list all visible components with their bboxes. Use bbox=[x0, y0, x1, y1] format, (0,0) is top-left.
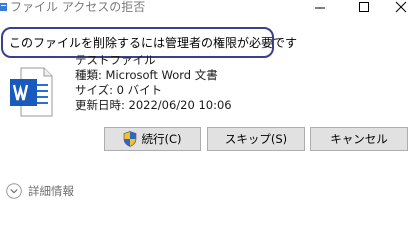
cancel-button-label: キャンセル bbox=[330, 132, 388, 146]
cancel-button[interactable]: キャンセル bbox=[310, 127, 408, 151]
details-toggle[interactable]: 詳細情報 bbox=[6, 181, 74, 201]
close-icon bbox=[395, 1, 407, 13]
skip-button-label: スキップ(S) bbox=[224, 132, 288, 146]
close-button[interactable] bbox=[384, 0, 408, 16]
file-type: 種類: Microsoft Word 文書 bbox=[75, 68, 218, 82]
folder-icon bbox=[0, 3, 7, 11]
file-size: サイズ: 0 バイト bbox=[75, 83, 163, 97]
minimize-button[interactable] bbox=[300, 0, 340, 16]
word-document-icon bbox=[10, 67, 53, 117]
file-details: テストファイル 種類: Microsoft Word 文書 サイズ: 0 バイト… bbox=[75, 53, 232, 113]
maximize-button[interactable] bbox=[344, 0, 384, 16]
permission-message: このファイルを削除するには管理者の権限が必要です bbox=[9, 36, 298, 50]
skip-button[interactable]: スキップ(S) bbox=[207, 127, 305, 151]
window-title: ファイル アクセスの拒否 bbox=[10, 0, 146, 14]
uac-shield-icon bbox=[124, 131, 137, 147]
file-modified: 更新日時: 2022/06/20 10:06 bbox=[75, 98, 232, 112]
maximize-icon bbox=[359, 2, 369, 12]
details-label: 詳細情報 bbox=[28, 184, 74, 198]
title-bar: ファイル アクセスの拒否 bbox=[0, 0, 408, 16]
file-name: テストファイル bbox=[75, 53, 156, 67]
continue-button-label: 続行(C) bbox=[141, 132, 182, 146]
continue-button[interactable]: 続行(C) bbox=[104, 127, 201, 151]
chevron-down-icon bbox=[6, 183, 22, 199]
minimize-icon bbox=[315, 7, 325, 9]
